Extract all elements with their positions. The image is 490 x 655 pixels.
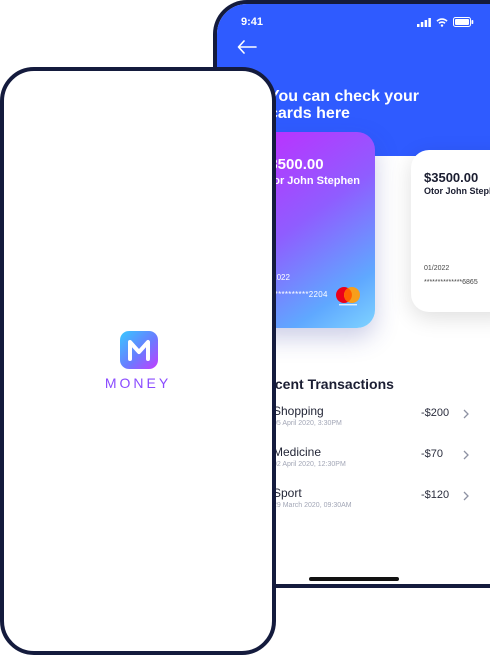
transaction-name: Shopping	[273, 404, 324, 418]
card-balance: $3500.00	[424, 170, 479, 185]
transaction-amount: -$200	[421, 407, 450, 419]
chevron-right-icon	[463, 491, 469, 501]
transaction-name: Sport	[273, 486, 302, 500]
transaction-amount: -$120	[421, 489, 450, 501]
transaction-date: 29 March 2020, 09:30AM	[273, 502, 352, 509]
transaction-amount: -$70	[421, 448, 444, 460]
brand-name: MONEY	[104, 375, 172, 391]
money-logo-icon	[120, 331, 158, 369]
signal-icon	[417, 17, 431, 27]
arrow-left-icon[interactable]	[237, 40, 257, 54]
page-title: You can check your cards here	[269, 88, 419, 122]
recent-transactions-title: Recent Transactions	[257, 376, 394, 392]
status-icons	[417, 17, 474, 27]
battery-icon	[453, 17, 474, 27]
wifi-icon	[436, 17, 448, 27]
chevron-right-icon	[463, 450, 469, 460]
transaction-date: 02 April 2020, 12:30PM	[273, 461, 346, 468]
card-holder: Otor John Stephen	[424, 186, 490, 196]
home-indicator	[309, 577, 399, 581]
transaction-date: 05 April 2020, 3:30PM	[273, 420, 342, 427]
splash-screen-phone: MONEY	[0, 67, 276, 655]
transaction-name: Medicine	[273, 445, 322, 459]
card-expiry: 01/2022	[424, 265, 450, 272]
card-number: **************6865	[424, 279, 478, 286]
status-time: 9:41	[241, 16, 264, 28]
mastercard-logo-icon	[336, 287, 360, 306]
chevron-right-icon	[463, 409, 469, 419]
credit-card-secondary[interactable]: $3500.00 Otor John Stephen 01/2022 *****…	[411, 150, 490, 312]
